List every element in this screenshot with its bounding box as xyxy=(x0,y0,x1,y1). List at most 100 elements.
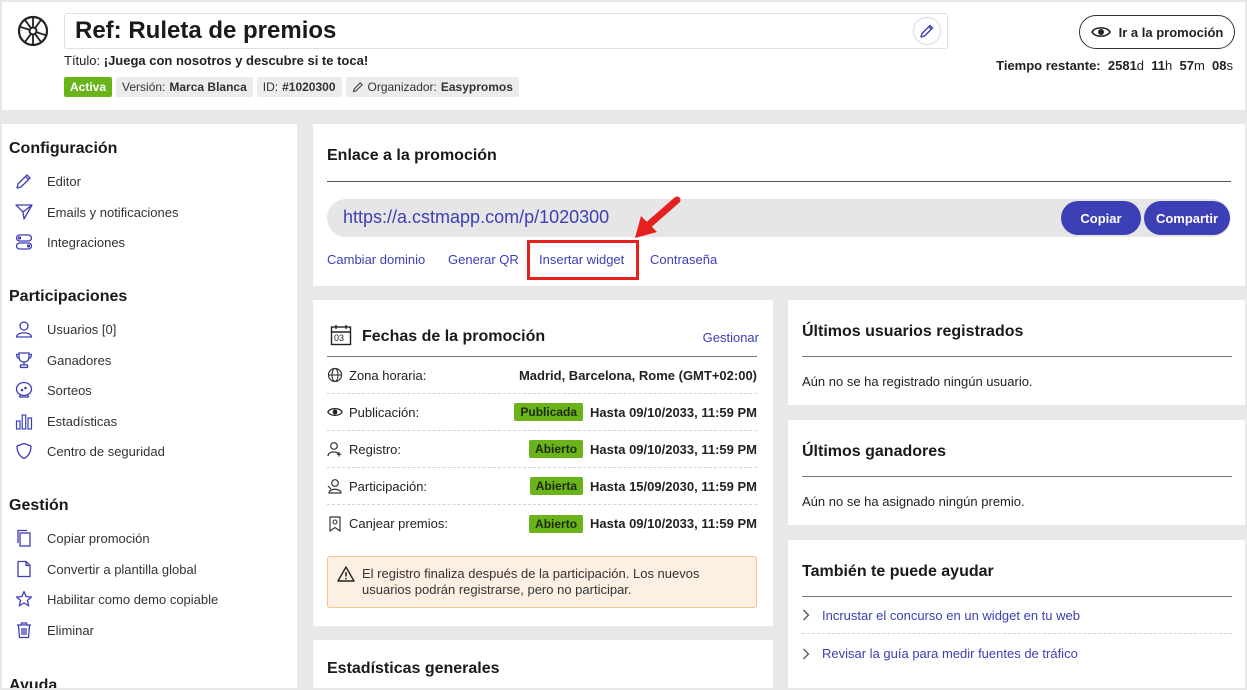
toggle-icon xyxy=(15,234,33,250)
promotion-link-card: Enlace a la promoción https://a.cstmapp.… xyxy=(313,124,1245,286)
help-link-widget[interactable]: Incrustar el concurso en un widget en tu… xyxy=(802,597,1232,634)
id-value: #1020300 xyxy=(282,80,336,94)
participant-icon xyxy=(327,479,342,494)
sidebar-item-label: Centro de seguridad xyxy=(47,443,165,459)
row-value: Hasta 09/10/2033, 11:59 PM xyxy=(590,441,757,457)
warning-text: El registro finaliza después de la parti… xyxy=(362,566,700,597)
edit-title-button[interactable] xyxy=(913,17,941,45)
promotion-url-field[interactable]: https://a.cstmapp.com/p/1020300 Copiar C… xyxy=(327,199,1231,237)
latest-winners-card: Últimos ganadores Aún no se ha asignado … xyxy=(788,420,1245,525)
globe-icon xyxy=(327,367,343,383)
promotion-subtitle: Título: ¡Juega con nosotros y descubre s… xyxy=(64,53,368,68)
chevron-right-icon xyxy=(803,609,810,621)
sidebar-item-demo[interactable]: Habilitar como demo copiable xyxy=(14,589,218,609)
promotion-dates-card: 03 Fechas de la promoción Gestionar Zona… xyxy=(313,300,773,626)
calendar-number: 03 xyxy=(334,333,345,343)
app-frame: Ref: Ruleta de premios Título: ¡Juega co… xyxy=(2,2,1245,688)
timer-seconds-unit: s xyxy=(1226,58,1234,73)
sidebar-item-sorteos[interactable]: Sorteos xyxy=(14,380,92,400)
highlight-box xyxy=(527,240,639,280)
card-title: También te puede ayudar xyxy=(802,563,994,580)
sidebar-item-usuarios[interactable]: Usuarios [0] xyxy=(14,319,116,339)
timezone-row: Zona horaria: Madrid, Barcelona, Rome (G… xyxy=(327,357,757,394)
warning-box: El registro finaliza después de la parti… xyxy=(327,556,757,608)
card-title: Fechas de la promoción xyxy=(362,328,546,345)
raffle-bowl-icon xyxy=(15,381,33,398)
row-label: Registro: xyxy=(349,441,402,457)
registration-row: Registro: Abierto Hasta 09/10/2033, 11:59… xyxy=(327,431,757,468)
card-title: Enlace a la promoción xyxy=(327,147,497,164)
sidebar-item-label: Usuarios [0] xyxy=(47,321,117,337)
roulette-logo-icon xyxy=(17,15,49,47)
organizer-tag[interactable]: Organizador: Easypromos xyxy=(345,77,519,97)
pencil-icon xyxy=(352,82,363,93)
participation-row: Participación: Abierta Hasta 15/09/2030, … xyxy=(327,468,757,505)
status-badge: Activa xyxy=(64,77,113,97)
user-add-icon xyxy=(327,442,342,457)
sidebar-item-seguridad[interactable]: Centro de seguridad xyxy=(14,441,165,461)
timer-seconds: 08 xyxy=(1212,58,1227,73)
sidebar-item-ganadores[interactable]: Ganadores xyxy=(14,350,111,370)
sidebar-item-label: Convertir a plantilla global xyxy=(47,561,197,577)
sidebar: Configuración Editor Emails y notificaci… xyxy=(2,124,297,688)
sidebar-item-emails[interactable]: Emails y notificaciones xyxy=(14,202,179,222)
sidebar-item-plantilla[interactable]: Convertir a plantilla global xyxy=(14,559,197,579)
promotion-url[interactable]: https://a.cstmapp.com/p/1020300 xyxy=(343,207,609,228)
general-stats-card: Estadísticas generales xyxy=(313,640,773,688)
organizer-value: Easypromos xyxy=(440,80,513,94)
redeem-row: Canjear premios: Abierto Hasta 09/10/2033… xyxy=(327,505,757,542)
sidebar-item-label: Emails y notificaciones xyxy=(47,204,179,220)
row-value: Hasta 09/10/2033, 11:59 PM xyxy=(590,404,757,420)
row-label: Participación: xyxy=(349,478,428,494)
sidebar-item-label: Copiar promoción xyxy=(47,530,150,546)
publication-row: Publicación: Publicada Hasta 09/10/2033, … xyxy=(327,394,757,431)
promotion-header: Ref: Ruleta de premios Título: ¡Juega co… xyxy=(2,2,1245,110)
sidebar-section-ayuda: Ayuda xyxy=(9,677,58,688)
promotion-title: Ref: Ruleta de premios xyxy=(75,17,337,44)
generate-qr-link[interactable]: Generar QR xyxy=(448,252,519,267)
card-title: Últimos usuarios registrados xyxy=(802,323,1024,340)
sidebar-item-label: Habilitar como demo copiable xyxy=(47,591,219,607)
sidebar-item-copiar[interactable]: Copiar promoción xyxy=(14,528,150,548)
sidebar-item-integraciones[interactable]: Integraciones xyxy=(14,232,125,252)
id-label: ID: xyxy=(262,80,279,94)
row-value: Hasta 09/10/2033, 11:59 PM xyxy=(590,516,757,531)
status-badge: Publicada xyxy=(514,403,584,421)
version-label: Versión: xyxy=(122,80,166,94)
user-icon xyxy=(15,321,33,338)
timer-days-unit: d xyxy=(1136,58,1145,73)
go-to-promotion-button[interactable]: Ir a la promoción xyxy=(1079,15,1235,49)
status-badge: Abierto xyxy=(529,514,584,533)
sidebar-section-participaciones: Participaciones xyxy=(9,288,128,305)
manage-dates-link[interactable]: Gestionar xyxy=(703,330,759,345)
id-tag: ID: #1020300 xyxy=(256,77,342,97)
star-icon xyxy=(15,590,33,607)
timer-minutes: 57 xyxy=(1179,58,1194,73)
sidebar-item-label: Ganadores xyxy=(47,352,112,368)
row-label: Publicación: xyxy=(349,404,420,420)
sidebar-item-editor[interactable]: Editor xyxy=(14,171,81,191)
trash-icon xyxy=(17,622,31,639)
help-link-traffic[interactable]: Revisar la guía para medir fuentes de tr… xyxy=(802,635,1232,672)
change-domain-link[interactable]: Cambiar dominio xyxy=(327,252,425,267)
timer-hours: 11 xyxy=(1151,58,1166,73)
sidebar-item-label: Estadísticas xyxy=(47,413,118,429)
chevron-right-icon xyxy=(803,648,810,659)
password-link[interactable]: Contraseña xyxy=(650,252,717,267)
row-value: Madrid, Barcelona, Rome (GMT+02:00) xyxy=(518,367,757,383)
copy-button-label: Copiar xyxy=(1080,210,1122,226)
sidebar-item-eliminar[interactable]: Eliminar xyxy=(14,620,94,640)
timer-label: Tiempo restante: xyxy=(996,58,1101,73)
sidebar-section-configuracion: Configuración xyxy=(9,140,118,157)
latest-users-card: Últimos usuarios registrados Aún no se h… xyxy=(788,300,1245,405)
copy-button[interactable]: Copiar xyxy=(1061,201,1141,235)
share-button[interactable]: Compartir xyxy=(1144,201,1230,235)
subtitle-label: Título: xyxy=(64,53,101,68)
row-label: Zona horaria: xyxy=(349,367,427,383)
status-badge: Abierta xyxy=(529,477,584,495)
card-title: Últimos ganadores xyxy=(802,443,947,460)
promotion-title-field[interactable]: Ref: Ruleta de premios xyxy=(64,13,948,49)
shield-icon xyxy=(16,442,32,460)
go-to-promotion-label: Ir a la promoción xyxy=(1118,24,1224,40)
sidebar-item-estadisticas[interactable]: Estadísticas xyxy=(14,411,117,431)
